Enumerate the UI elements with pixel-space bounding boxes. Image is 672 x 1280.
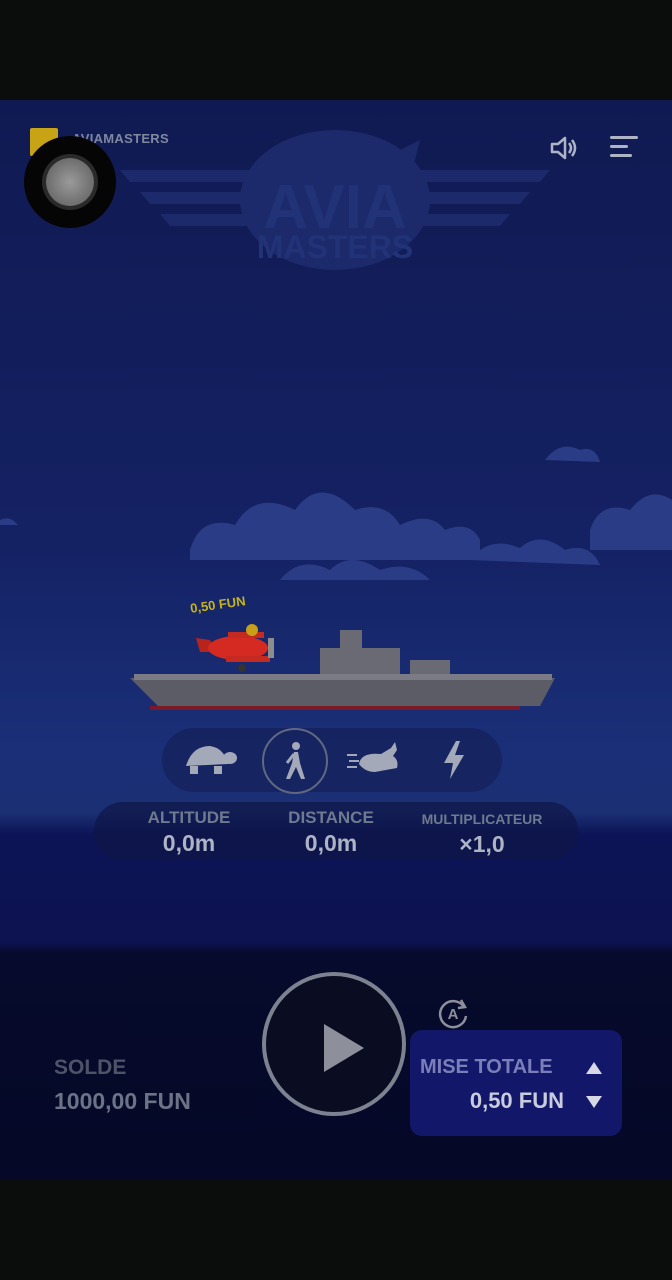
total-bet-value: 0,50 FUN (469, 1088, 564, 1113)
svg-text:A: A (448, 1006, 459, 1023)
multiplier-stat: MULTIPLICATEUR ×1,0 (412, 808, 552, 858)
rabbit-icon (347, 742, 398, 772)
bet-increase-button[interactable] (586, 1062, 602, 1074)
altitude-stat: ALTITUDE 0,0m (134, 808, 244, 857)
aviamasters-logo: AVIA MASTERS (120, 130, 550, 270)
sound-button[interactable] (548, 134, 580, 162)
clouds (0, 446, 672, 580)
flight-stats: ALTITUDE 0,0m DISTANCE 0,0m MULTIPLICATE… (94, 802, 578, 860)
balance-value: 1000,00 FUN (54, 1088, 191, 1114)
bet-decrease-button[interactable] (586, 1096, 602, 1108)
speed-option-normal[interactable] (262, 728, 328, 794)
menu-button[interactable] (610, 136, 638, 160)
speed-option-fast[interactable] (344, 728, 408, 792)
total-bet-label: MISE TOTALE (420, 1056, 553, 1078)
assistive-button-knob (46, 158, 94, 206)
speed-option-slow[interactable] (176, 728, 240, 792)
player-plane (196, 624, 274, 672)
multiplier-value: ×1,0 (459, 831, 505, 857)
lightning-icon (444, 741, 464, 779)
balance-label: SOLDE (54, 1056, 127, 1079)
total-bet-panel: MISE TOTALE 0,50 FUN (410, 1030, 622, 1136)
sound-icon (550, 136, 577, 160)
multiplier-label: MULTIPLICATEUR (421, 811, 543, 827)
autoplay-button[interactable]: A (436, 996, 470, 1030)
distance-label: DISTANCE (288, 808, 374, 827)
menu-icon (610, 136, 638, 157)
play-icon (324, 1024, 364, 1072)
altitude-value: 0,0m (162, 830, 216, 856)
speed-option-turbo[interactable] (422, 728, 486, 792)
distance-stat: DISTANCE 0,0m (276, 808, 386, 857)
autoplay-icon: A (438, 999, 468, 1029)
distance-value: 0,0m (304, 830, 358, 856)
play-button[interactable] (262, 972, 406, 1116)
altitude-label: ALTITUDE (147, 808, 231, 827)
balance-display: SOLDE 1000,00 FUN (54, 1056, 191, 1115)
game-screen: AVIAMASTERS AVIA MASTERS 0,50 FUN ALTITU… (0, 100, 672, 1180)
speed-selector (162, 728, 502, 794)
turtle-icon (186, 746, 237, 774)
svg-text:MASTERS: MASTERS (257, 229, 413, 265)
walk-icon (285, 742, 305, 779)
floating-assistive-button[interactable] (24, 136, 116, 228)
